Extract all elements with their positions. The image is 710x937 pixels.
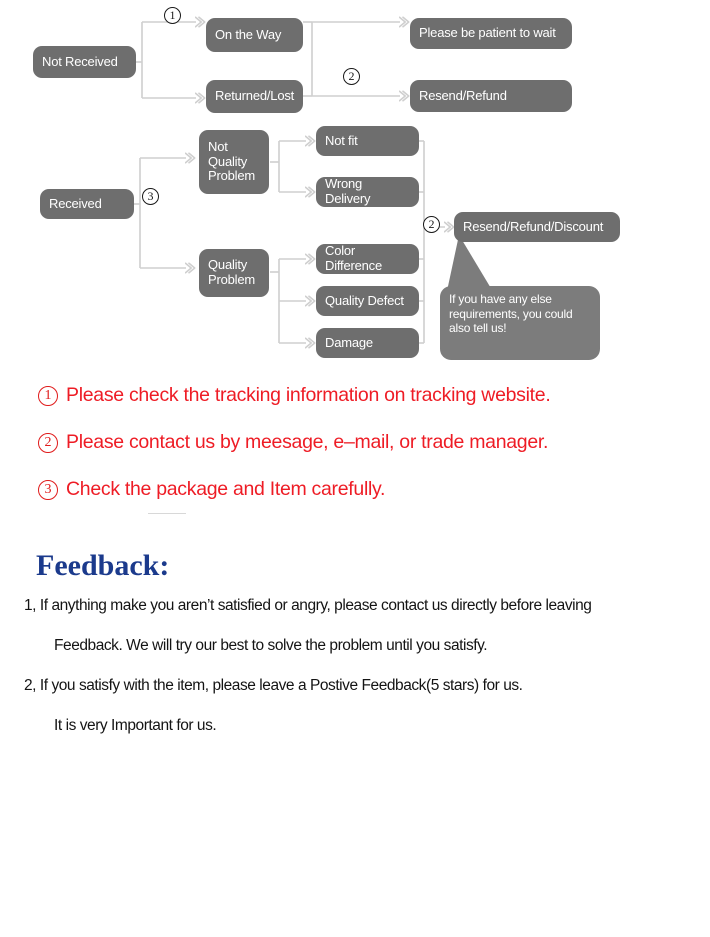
note-row: 1 Please check the tracking information … [0, 372, 710, 419]
node-not-fit[interactable]: Not fit [316, 126, 419, 156]
note-text: Please check the tracking information on… [66, 384, 551, 406]
note-row: 2 Please contact us by meesage, e–mail, … [0, 419, 710, 466]
node-color-difference[interactable]: Color Difference [316, 244, 419, 274]
node-not-received[interactable]: Not Received [33, 46, 136, 78]
note-text: Please contact us by meesage, e–mail, or… [66, 431, 549, 453]
node-label: Wrong Delivery [325, 176, 371, 206]
node-resend-refund-discount[interactable]: Resend/Refund/Discount [454, 212, 620, 242]
node-label: Not Quality Problem [208, 139, 256, 184]
feedback-line: Feedback. We will try our best to solve … [54, 637, 488, 654]
flow-marker-label: 2 [348, 69, 355, 83]
flow-marker-label: 2 [428, 217, 435, 231]
flow-marker-label: 3 [147, 189, 154, 203]
node-please-be-patient[interactable]: Please be patient to wait [410, 18, 572, 49]
node-label: Quality Defect [325, 292, 404, 308]
node-label: Not fit [325, 132, 358, 148]
notes-list: 1 Please check the tracking information … [0, 372, 710, 513]
speech-bubble-tail [447, 235, 492, 291]
note-text: Check the package and Item carefully. [66, 478, 386, 500]
feedback-line: It is very Important for us. [54, 717, 217, 734]
node-label: Resend/Refund/Discount [463, 218, 604, 234]
note-row: 3 Check the package and Item carefully. [0, 466, 710, 513]
node-resend-refund[interactable]: Resend/Refund [410, 80, 572, 112]
note-marker: 2 [38, 432, 58, 453]
flow-marker-2-bottom: 2 [423, 216, 440, 233]
node-label: Please be patient to wait [419, 25, 556, 41]
note-marker: 3 [38, 479, 58, 500]
divider-hairline [148, 513, 186, 514]
node-label: On the Way [215, 26, 282, 42]
node-label: Returned/Lost [215, 88, 295, 104]
flow-marker-label: 1 [169, 8, 176, 22]
feedback-line: 1, If anything make you aren’t satisfied… [24, 597, 592, 614]
speech-bubble-text: If you have any else requirements, you c… [449, 292, 573, 336]
flow-marker-3: 3 [142, 188, 159, 205]
speech-bubble-extra-requirements: If you have any else requirements, you c… [440, 286, 600, 360]
feedback-line: 2, If you satisfy with the item, please … [24, 677, 523, 694]
node-label: Not Received [42, 53, 118, 69]
node-on-the-way[interactable]: On the Way [206, 18, 303, 52]
node-quality-problem[interactable]: Quality Problem [199, 249, 269, 297]
flow-marker-1: 1 [164, 7, 181, 24]
node-damage[interactable]: Damage [316, 328, 419, 358]
feedback-title: Feedback: [36, 549, 170, 582]
returns-flowchart: Not Received On the Way Returned/Lost Pl… [0, 0, 710, 370]
node-not-quality-problem[interactable]: Not Quality Problem [199, 130, 269, 194]
node-label: Quality Problem [208, 257, 256, 287]
feedback-section: Feedback: 1, If anything make you aren’t… [0, 546, 710, 746]
note-marker: 1 [38, 385, 58, 406]
node-received[interactable]: Received [40, 189, 134, 219]
node-quality-defect[interactable]: Quality Defect [316, 286, 419, 316]
node-returned-lost[interactable]: Returned/Lost [206, 80, 303, 113]
flow-marker-2-top: 2 [343, 68, 360, 85]
node-label: Color Difference [325, 243, 383, 273]
node-label: Damage [325, 334, 373, 350]
node-wrong-delivery[interactable]: Wrong Delivery [316, 177, 419, 207]
node-label: Resend/Refund [419, 87, 507, 103]
node-label: Received [49, 195, 102, 211]
